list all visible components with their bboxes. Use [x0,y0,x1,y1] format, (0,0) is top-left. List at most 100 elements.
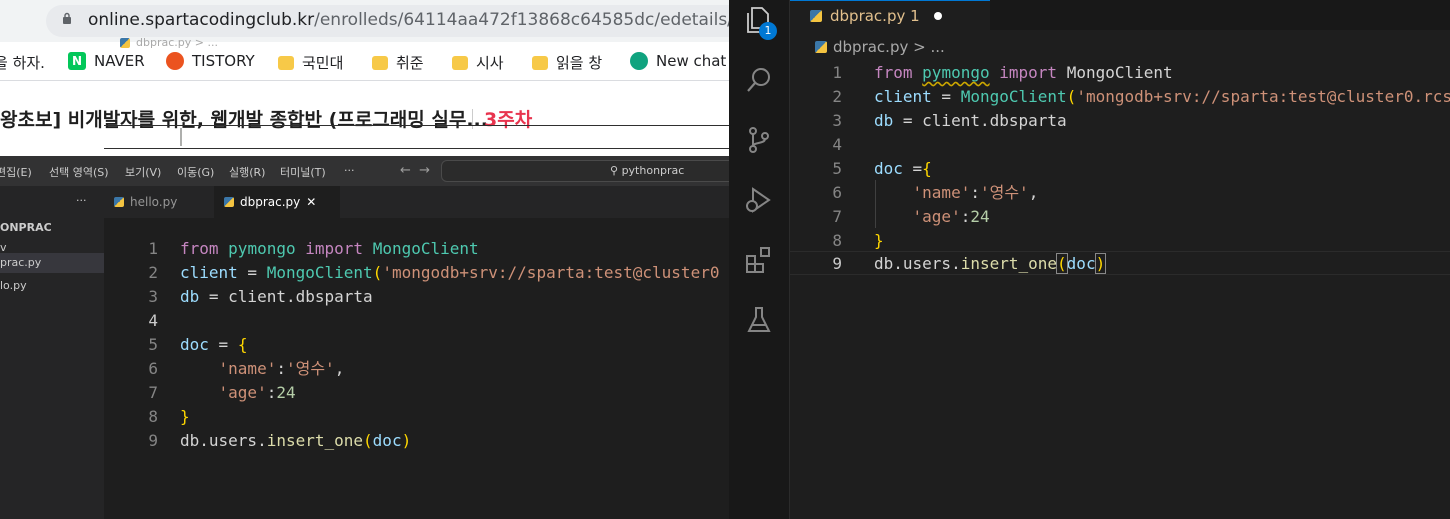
bookmark-label: 읽을 창 [556,54,603,72]
code-token: pymongo [922,63,990,82]
breadcrumb[interactable]: dbprac.py > ... [815,38,945,56]
code-line[interactable]: 6 'name':'영수', [790,181,1450,205]
browser-toolbar: online.spartacodingclub.kr/enrolleds/641… [0,0,729,42]
code-line[interactable]: 5 doc ={ [790,157,1450,181]
code-token: MongoClient [960,87,1067,106]
code-line[interactable]: 6 'name':'영수', [0,357,729,381]
python-icon [810,9,822,22]
code-token: '영수' [979,183,1029,202]
bookmark-label: TISTORY [192,52,255,70]
bookmark-item[interactable]: 을 하자. [0,52,45,73]
tab-label: dbprac.py [240,195,301,209]
code-line[interactable]: 8} [790,229,1450,253]
bookmark-chatgpt[interactable]: New chat [630,52,726,70]
code-line[interactable]: 3 db = client.dbsparta [0,285,729,309]
folder-icon [278,55,294,70]
code-token: = [208,335,238,354]
unsaved-dot-icon[interactable] [933,11,942,20]
browser-window: online.spartacodingclub.kr/enrolleds/641… [0,0,729,519]
text-cursor [180,128,182,146]
code-line[interactable]: 1 from pymongo import MongoClient [790,61,1450,85]
bookmark-label: 시사 [476,54,504,72]
code-token: MongoClient [1066,63,1173,82]
bookmark-label: 을 하자. [0,54,45,72]
code-token: db [874,111,894,130]
code-line[interactable]: 5 doc = { [0,333,729,357]
menu-run[interactable]: 실행(R) [229,164,265,180]
code-token: : [276,359,286,378]
command-search-box[interactable] [441,160,729,182]
nav-arrows-icon[interactable]: ← → [400,163,430,178]
code-token: doc [180,335,209,354]
bookmark-naver[interactable]: N NAVER [68,52,145,70]
code-token: } [180,407,190,426]
line-number: 4 [148,311,158,330]
bookmark-label: New chat [656,52,727,70]
code-line[interactable]: 2 client = MongoClient('mongodb+srv://spa… [790,85,1450,109]
explorer-root[interactable]: ONPRAC [0,221,52,234]
bookmark-label: 취준 [396,54,424,72]
bookmark-folder[interactable]: 국민대 [278,52,343,73]
menu-go[interactable]: 이동(G) [177,164,214,180]
code-line[interactable]: 7 'age':24 [790,205,1450,229]
close-icon[interactable]: ✕ [306,195,316,209]
code-token: 'name' [912,183,971,202]
breadcrumb[interactable]: dbprac.py > ... [120,36,218,49]
url-text[interactable]: online.spartacodingclub.kr/enrolleds/641… [88,10,729,30]
code-line[interactable]: 1 from pymongo import MongoClient [0,237,729,261]
code-token: 'name' [218,359,277,378]
code-token: from [874,63,913,82]
notification-badge: 1 [759,22,777,40]
menu-selection[interactable]: 선택 영역(S) [49,164,109,180]
code-token: import [999,63,1058,82]
url-path: /enrolleds/64114aa472f13868c64585dc/edet… [314,10,729,30]
code-token: import [305,239,364,258]
menu-edit[interactable]: 편집(E) [0,164,32,180]
code-token: = [237,263,267,282]
code-token: ( [372,263,383,282]
code-token: : [960,207,971,226]
menu-view[interactable]: 보기(V) [125,164,161,180]
bookmark-folder[interactable]: 취준 [372,52,424,73]
testing-icon[interactable] [743,304,775,336]
python-icon [114,197,124,207]
search-icon[interactable] [743,64,775,96]
code-line[interactable]: 7 'age':24 [0,381,729,405]
breadcrumb-label: dbprac.py > ... [833,38,945,56]
bookmark-label: NAVER [94,52,145,70]
tab-dbprac[interactable]: dbprac.py 1 [790,0,990,30]
bookmark-label: 국민대 [302,54,344,72]
bookmark-folder[interactable]: 시사 [452,52,504,73]
run-debug-icon[interactable] [743,184,775,216]
code-token: = client.dbsparta [893,111,1067,130]
code-line[interactable]: 4 [0,309,729,333]
code-line[interactable]: 4 [790,133,1450,157]
code-token: ( [1056,253,1068,274]
tab-dbprac[interactable]: dbprac.py ✕ [214,186,340,218]
lock-icon [63,12,71,24]
more-icon[interactable]: ··· [76,194,87,207]
bookmark-folder[interactable]: 읽을 창 [532,52,602,73]
bookmark-tistory[interactable]: TISTORY [166,52,255,70]
line-number: 8 [148,407,158,426]
extensions-icon[interactable] [743,244,775,276]
url-host: online.spartacodingclub.kr [88,10,315,30]
code-line[interactable]: 9 db.users.insert_one(doc) [790,252,1450,276]
line-number: 1 [148,239,158,258]
line-number: 2 [148,263,158,282]
source-control-icon[interactable] [743,124,775,156]
folder-icon [532,55,548,70]
tab-label: dbprac.py 1 [830,6,920,25]
menu-more[interactable]: ··· [344,164,355,177]
current-line-highlight [104,125,729,149]
line-number: 3 [148,287,158,306]
menu-terminal[interactable]: 터미널(T) [280,164,326,180]
code-token: db.users. [180,431,267,450]
code-token: from [180,239,219,258]
editor-tabs: hello.py dbprac.py ✕ [104,186,729,218]
code-line[interactable]: 3 db = client.dbsparta [790,109,1450,133]
code-line[interactable]: 9 db.users.insert_one(doc) [0,429,729,453]
code-line[interactable]: 2 client = MongoClient('mongodb+srv://spa… [0,261,729,285]
line-number: 7 [832,207,842,226]
code-line[interactable]: 8} [0,405,729,429]
